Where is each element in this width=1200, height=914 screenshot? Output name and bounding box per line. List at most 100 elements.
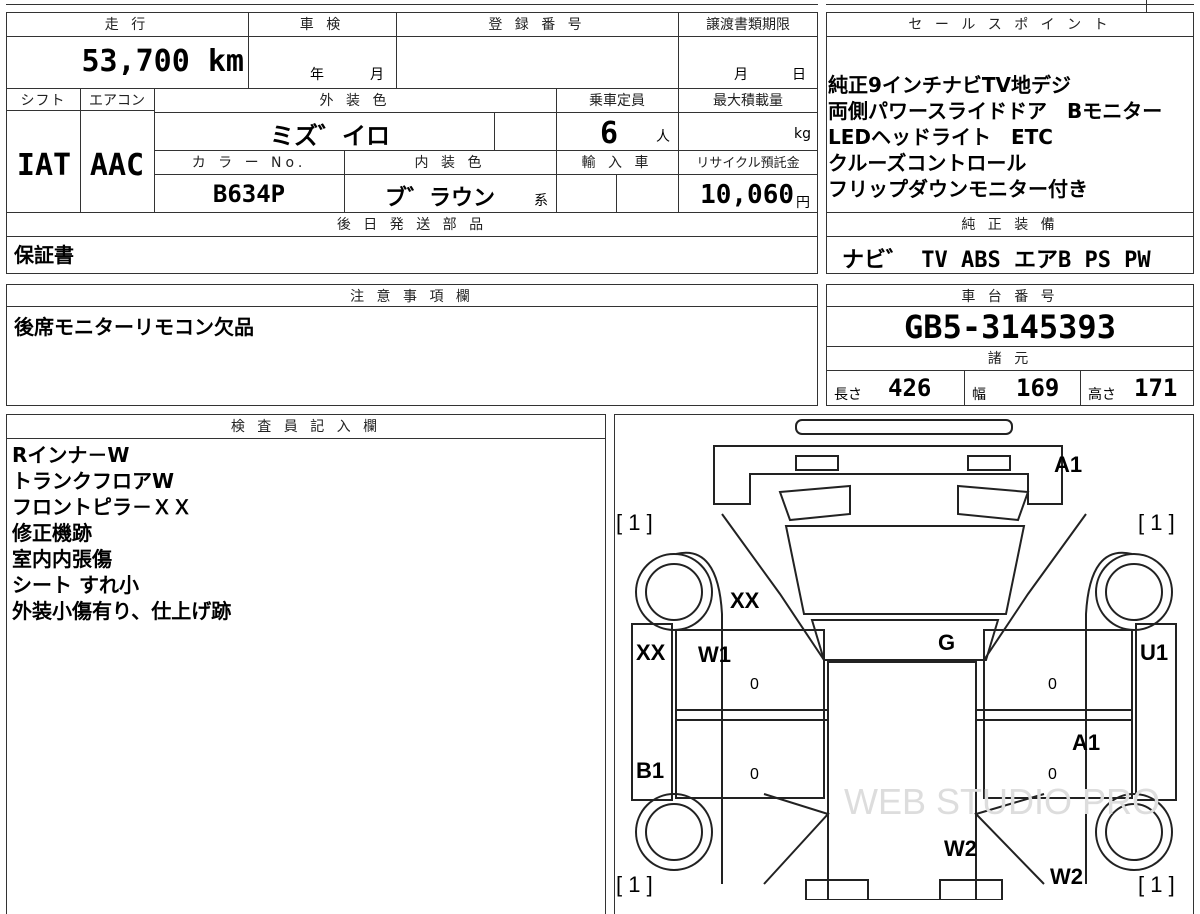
inspector-line: 修正機跡 bbox=[12, 521, 92, 545]
equipment-value: ナビ゛ TV ABS エアB PS PW bbox=[842, 248, 1151, 273]
front-panel-shape bbox=[713, 445, 1063, 505]
divider bbox=[1146, 0, 1147, 12]
left-rear-quarter bbox=[763, 793, 830, 885]
windshield-shape bbox=[784, 525, 1026, 615]
inspector-line: フロントピラ－ＸＸ bbox=[12, 495, 192, 519]
mark-rear-right: W2 bbox=[1050, 864, 1083, 889]
divider bbox=[826, 36, 1194, 37]
front-bumper-shape bbox=[795, 419, 1013, 435]
mark-left-fender: XX bbox=[636, 640, 666, 665]
divider bbox=[6, 212, 818, 213]
divider bbox=[396, 12, 397, 88]
inspection-month: 月 bbox=[370, 67, 384, 83]
interior-color-value: ブ゛ラウン bbox=[384, 186, 495, 211]
height-label: 高さ bbox=[1088, 387, 1116, 403]
width-value: 169 bbox=[1016, 374, 1060, 402]
divider bbox=[248, 12, 249, 88]
mark-zero: 0 bbox=[750, 766, 759, 783]
right-front-door-shape bbox=[983, 629, 1133, 721]
wiper-right bbox=[957, 484, 1030, 522]
sales-points-header: セ ー ル ス ポ イ ン ト bbox=[908, 17, 1112, 33]
later-parts-value: 保証書 bbox=[14, 243, 74, 267]
interior-color-header: 内 装 色 bbox=[414, 155, 486, 171]
mark-zero: 0 bbox=[1048, 676, 1057, 693]
inspector-line: 室内内張傷 bbox=[12, 547, 112, 571]
later-parts-header: 後 日 発 送 部 品 bbox=[336, 217, 488, 233]
mark-zero: 0 bbox=[750, 676, 759, 693]
recycle-unit: 円 bbox=[796, 195, 810, 211]
left-rear-door-shape bbox=[675, 719, 825, 799]
interior-suffix: 系 bbox=[534, 193, 548, 209]
transfer-month: 月 bbox=[734, 67, 748, 83]
mark-left-rear: B1 bbox=[636, 758, 665, 783]
right-front-wheel bbox=[1095, 553, 1173, 631]
sales-point-line: 両側パワースライドドア Bモニター bbox=[828, 99, 1163, 123]
mark-left-front-door: W1 bbox=[698, 642, 731, 667]
color-no-header: カ ラ ー No. bbox=[191, 155, 307, 171]
recycle-header: リサイクル預託金 bbox=[696, 156, 800, 171]
mark-right-fender: U1 bbox=[1140, 640, 1169, 665]
front-light-left bbox=[795, 455, 839, 471]
sales-point-line: フリップダウンモニター付き bbox=[828, 177, 1088, 201]
divider bbox=[154, 112, 818, 113]
exterior-color-header: 外 装 色 bbox=[319, 93, 391, 109]
sales-points-list: 純正9インチナビTV地デジ 両側パワースライドドア Bモニター LEDヘッドライ… bbox=[828, 72, 1192, 202]
divider bbox=[6, 438, 606, 439]
exterior-color-value: ミズ゛イロ bbox=[270, 122, 390, 150]
sales-point-line: クルーズコントロール bbox=[828, 151, 1027, 175]
divider bbox=[826, 4, 1194, 5]
max-load-header: 最大積載量 bbox=[713, 93, 783, 109]
transfer-day: 日 bbox=[792, 67, 806, 83]
divider bbox=[344, 150, 345, 212]
inspector-lines: Rインナ－W トランクフロアW フロントピラ－ＸＸ 修正機跡 室内内張傷 シート… bbox=[12, 442, 231, 624]
divider bbox=[826, 236, 1194, 237]
mileage-header: 走 行 bbox=[104, 17, 150, 33]
divider bbox=[826, 212, 1194, 213]
capacity-unit: 人 bbox=[656, 129, 670, 145]
width-label: 幅 bbox=[972, 387, 986, 403]
left-front-wheel bbox=[635, 553, 713, 631]
divider bbox=[826, 370, 1194, 371]
notes-header: 注 意 事 項 欄 bbox=[350, 289, 474, 305]
shift-header: シフト bbox=[20, 93, 66, 109]
divider bbox=[6, 36, 818, 37]
mileage-value: 53,700 km bbox=[81, 44, 244, 79]
roof-front-shape bbox=[810, 619, 1000, 661]
length-value: 426 bbox=[888, 374, 932, 402]
wiper-left bbox=[778, 484, 851, 522]
inspector-line: トランクフロアW bbox=[12, 469, 175, 493]
watermark: WEB STUDIO PRO bbox=[844, 781, 1160, 822]
divider bbox=[6, 236, 818, 237]
chassis-header: 車 台 番 号 bbox=[961, 289, 1059, 305]
notes-text: 後席モニターリモコン欠品 bbox=[14, 315, 254, 339]
divider bbox=[616, 174, 617, 212]
max-load-unit: kg bbox=[794, 126, 811, 142]
divider bbox=[964, 370, 965, 406]
sales-point-line: 純正9インチナビTV地デジ bbox=[828, 73, 1072, 97]
mark-bracket-tl: [ 1 ] bbox=[616, 510, 653, 535]
specs-header: 諸 元 bbox=[987, 351, 1033, 367]
mark-front-right: A1 bbox=[1054, 452, 1083, 477]
rear-light-left bbox=[805, 879, 869, 900]
imported-header: 輸 入 車 bbox=[581, 155, 653, 171]
mark-zero: 0 bbox=[1048, 766, 1057, 783]
length-label: 長さ bbox=[834, 387, 862, 403]
divider bbox=[6, 4, 818, 5]
inspector-line: シート すれ小 bbox=[12, 573, 139, 597]
inspector-line: 外装小傷有り、仕上げ跡 bbox=[12, 599, 232, 623]
rear-light-right bbox=[939, 879, 1003, 900]
recycle-amount: 10,060 bbox=[700, 180, 794, 210]
chassis-number: GB5-3145393 bbox=[904, 308, 1116, 346]
mark-bracket-bl: [ 1 ] bbox=[616, 872, 653, 897]
inspector-header: 検 査 員 記 入 欄 bbox=[230, 419, 382, 435]
divider bbox=[494, 112, 495, 150]
registration-header: 登 録 番 号 bbox=[488, 17, 586, 33]
height-value: 171 bbox=[1134, 374, 1178, 402]
mark-bracket-tr: [ 1 ] bbox=[1138, 510, 1175, 535]
equipment-header: 純 正 装 備 bbox=[961, 217, 1059, 233]
transfer-header: 譲渡書類期限 bbox=[706, 17, 790, 33]
capacity-value: 6 bbox=[600, 116, 619, 151]
aircon-value: AAC bbox=[89, 148, 145, 183]
inspection-header: 車 検 bbox=[299, 17, 345, 33]
shift-value: IAT bbox=[16, 148, 72, 183]
